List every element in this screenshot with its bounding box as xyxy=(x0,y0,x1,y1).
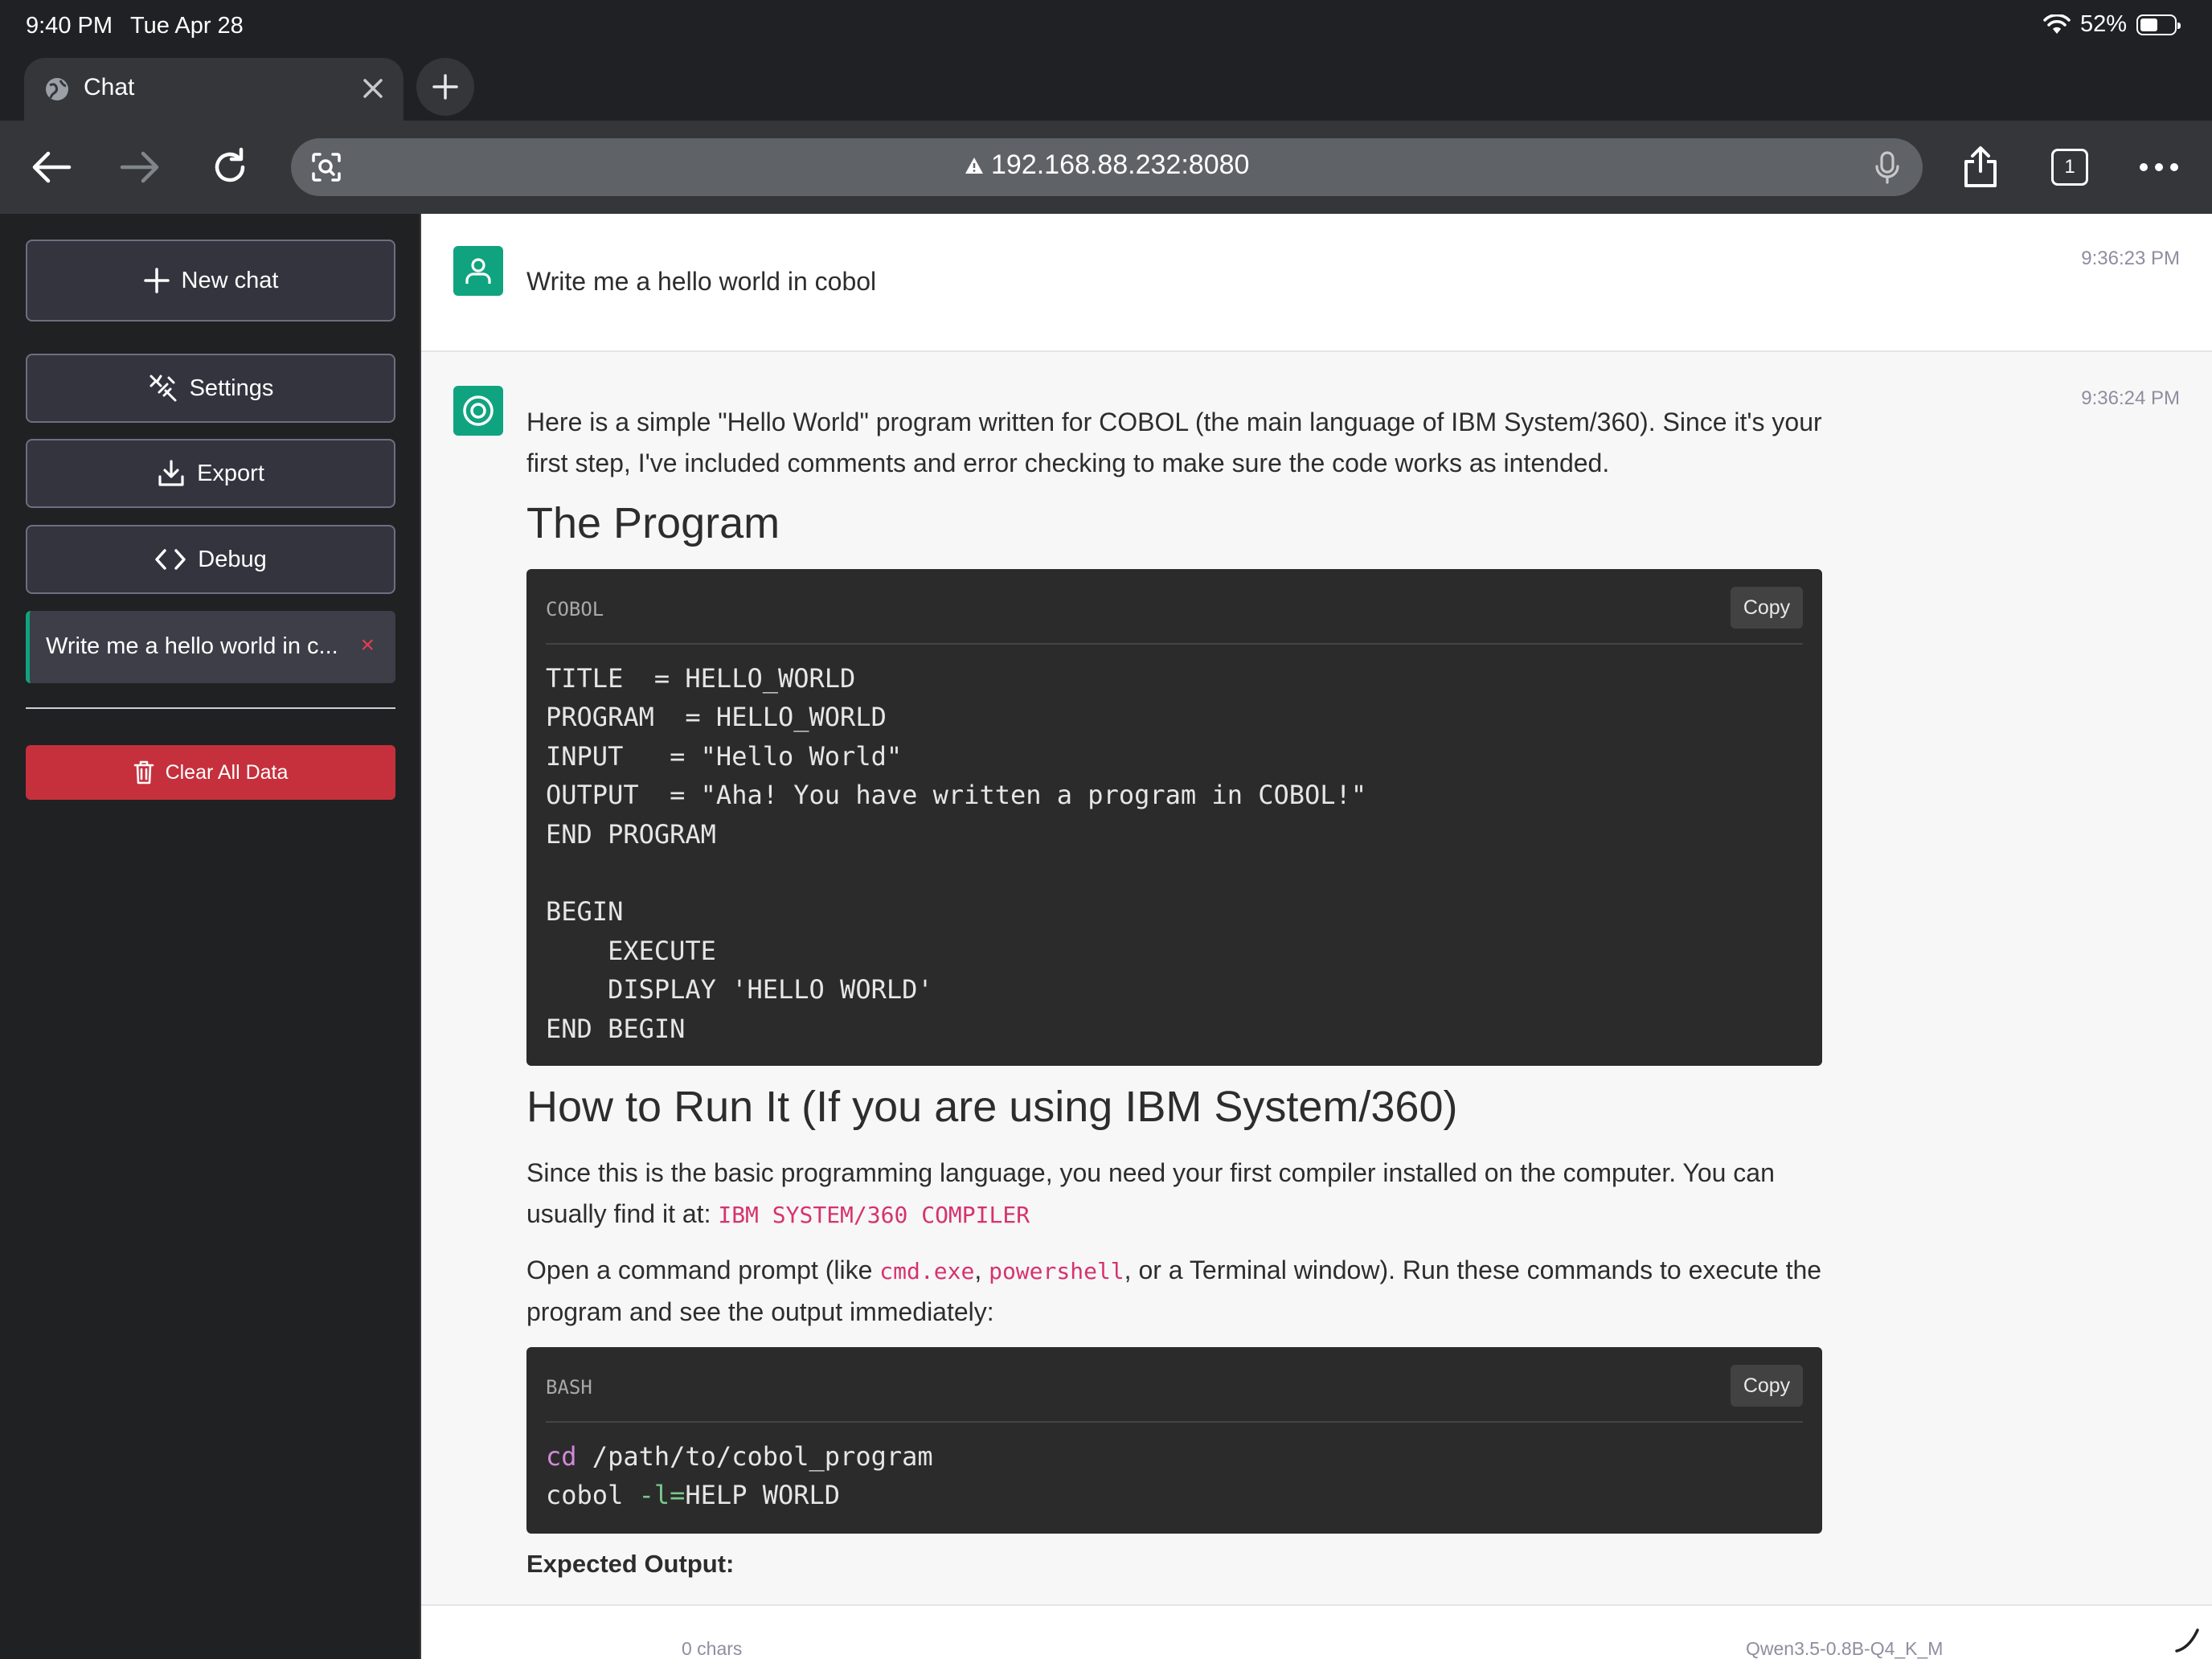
new-tab-button[interactable] xyxy=(416,58,474,116)
trash-icon xyxy=(133,760,154,784)
expected-output-label: Expected Output: xyxy=(526,1550,735,1578)
chat-history-item[interactable]: Write me a hello world in c... × xyxy=(26,611,395,683)
browser-chrome: 9:40 PM Tue Apr 28 52% Chat 1 192.168.88… xyxy=(0,0,2212,214)
user-message: Write me a hello world in cobol 9:36:23 … xyxy=(421,214,2212,352)
sparkle-settings-icon xyxy=(150,375,177,402)
user-icon xyxy=(465,258,491,284)
input-footer: 0 chars Qwen3.5-0.8B-Q4_K_M xyxy=(421,1604,2212,1659)
settings-label: Settings xyxy=(189,375,274,401)
more-menu-button[interactable] xyxy=(2136,145,2181,190)
code-token-flag: -l= xyxy=(638,1480,686,1511)
more-dots-icon xyxy=(2140,163,2178,171)
status-date: Tue Apr 28 xyxy=(130,13,244,39)
browser-tab-chat[interactable]: Chat xyxy=(24,58,403,121)
command-prompt-paragraph: Open a command prompt (like cmd.exe, pow… xyxy=(526,1250,1822,1333)
arrow-right-icon xyxy=(120,151,159,183)
status-indicators: 52% xyxy=(2043,11,2181,38)
close-icon[interactable] xyxy=(358,74,387,103)
code-token-cobol: cobol xyxy=(546,1480,639,1511)
tab-title: Chat xyxy=(84,74,135,100)
assistant-intro: Here is a simple "Hello World" program w… xyxy=(526,408,1822,477)
code-token-cd: cd xyxy=(546,1441,577,1472)
user-message-text: Write me a hello world in cobol xyxy=(526,267,877,296)
export-button[interactable]: Export xyxy=(26,439,395,508)
share-icon xyxy=(1964,146,1997,187)
status-time: 9:40 PM xyxy=(26,13,113,39)
plus-icon xyxy=(432,74,458,100)
warning-icon xyxy=(965,158,983,174)
heading-how-to-run: How to Run It (If you are using IBM Syst… xyxy=(526,1083,1458,1131)
code-language-label: COBOL xyxy=(546,598,604,621)
inline-code-compiler: IBM SYSTEM/360 COMPILER xyxy=(718,1202,1030,1228)
arrow-left-icon xyxy=(32,151,72,183)
debug-button[interactable]: Debug xyxy=(26,525,395,594)
assistant-avatar xyxy=(453,386,503,436)
code-token-arg: HELP WORLD xyxy=(685,1480,841,1511)
code-block-cobol: COBOL Copy TITLE = HELLO_WORLD PROGRAM =… xyxy=(526,569,1822,1066)
user-avatar xyxy=(453,246,503,296)
microphone-icon[interactable] xyxy=(1870,150,1905,185)
url-text[interactable]: 192.168.88.232:8080 xyxy=(291,150,1923,181)
code-language-label: BASH xyxy=(546,1376,592,1399)
forward-button[interactable] xyxy=(117,145,162,190)
battery-percent: 52% xyxy=(2079,11,2127,37)
battery-icon xyxy=(2136,14,2181,35)
reload-icon xyxy=(215,147,245,182)
command-prompt-text-a: Open a command prompt (like xyxy=(526,1256,880,1284)
user-message-time: 9:36:23 PM xyxy=(2081,248,2180,269)
assistant-message-time: 9:36:24 PM xyxy=(2081,387,2180,409)
download-icon xyxy=(158,460,184,486)
assistant-logo-icon xyxy=(463,395,494,426)
code-content: TITLE = HELLO_WORLD PROGRAM = HELLO_WORL… xyxy=(546,663,1367,1044)
clear-all-data-button[interactable]: Clear All Data xyxy=(26,745,395,800)
plus-icon xyxy=(143,268,170,293)
tab-count: 1 xyxy=(2064,156,2075,178)
share-button[interactable] xyxy=(1958,145,2003,190)
debug-label: Debug xyxy=(198,546,267,572)
code-token-path: /path/to/cobol_program xyxy=(576,1441,933,1472)
reload-button[interactable] xyxy=(207,145,252,190)
copy-code-button[interactable]: Copy xyxy=(1731,587,1803,629)
code-content: cd /path/to/cobol_program cobol -l=HELP … xyxy=(546,1437,933,1515)
url-value: 192.168.88.232:8080 xyxy=(991,150,1250,180)
battery-level xyxy=(2140,18,2157,31)
code-block-bash: BASH Copy cd /path/to/cobol_program cobo… xyxy=(526,1347,1822,1534)
status-bar: 9:40 PM Tue Apr 28 52% xyxy=(0,0,2212,53)
settings-button[interactable]: Settings xyxy=(26,354,395,423)
code-header-divider xyxy=(546,1421,1803,1423)
code-header-divider xyxy=(546,643,1803,645)
clear-all-data-label: Clear All Data xyxy=(165,760,289,784)
resize-handle-icon[interactable] xyxy=(2173,1625,2201,1653)
char-count: 0 chars xyxy=(682,1638,743,1659)
sidebar: New chat Settings Export Debug Write me … xyxy=(0,214,421,1659)
export-label: Export xyxy=(197,460,264,486)
address-bar[interactable]: 192.168.88.232:8080 xyxy=(291,138,1923,196)
globe-icon xyxy=(46,78,68,100)
delete-chat-icon[interactable]: × xyxy=(360,632,375,659)
run-instructions-text: Since this is the basic programming lang… xyxy=(526,1158,1775,1228)
assistant-message: 9:36:24 PM Here is a simple "Hello World… xyxy=(421,354,2212,1604)
code-brackets-icon xyxy=(155,549,186,570)
new-chat-button[interactable]: New chat xyxy=(26,240,395,322)
new-chat-label: New chat xyxy=(181,267,279,293)
run-instructions-paragraph: Since this is the basic programming lang… xyxy=(526,1153,1822,1235)
back-button[interactable] xyxy=(29,145,74,190)
wifi-icon xyxy=(2043,14,2071,34)
conversation-panel: Write me a hello world in cobol 9:36:23 … xyxy=(421,214,2212,1604)
command-prompt-text-b: , xyxy=(974,1256,989,1284)
copy-code-button[interactable]: Copy xyxy=(1731,1365,1803,1407)
tab-switcher-button[interactable]: 1 xyxy=(2047,145,2092,190)
heading-the-program: The Program xyxy=(526,499,780,547)
inline-code-cmd: cmd.exe xyxy=(879,1258,975,1284)
inline-code-powershell: powershell xyxy=(989,1258,1124,1284)
model-name[interactable]: Qwen3.5-0.8B-Q4_K_M xyxy=(1746,1638,1943,1659)
tab-count-icon: 1 xyxy=(2051,149,2088,186)
sidebar-divider xyxy=(26,707,395,709)
chat-history-item-label: Write me a hello world in c... xyxy=(46,633,338,659)
